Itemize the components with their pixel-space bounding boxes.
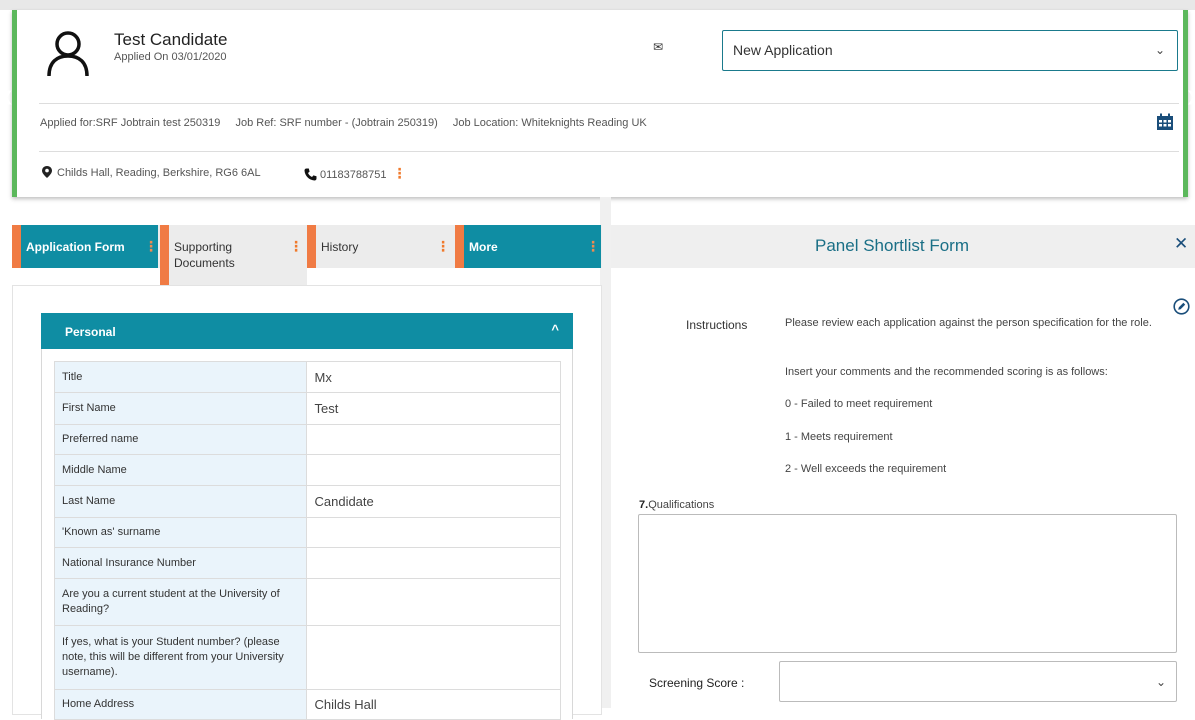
section-title: Personal [65,325,116,339]
question-text: Qualifications [648,499,715,511]
job-location: Job Location: Whiteknights Reading UK [452,117,647,129]
table-row: Title Mx [53,361,561,393]
kebab-icon[interactable]: ⋮ [436,238,450,255]
field-value [306,454,561,486]
kebab-icon[interactable]: ⋮ [392,165,406,181]
instruction-line: 2 - Well exceeds the requirement [785,463,947,475]
personal-details-table: Title Mx First Name Test Preferred name … [53,361,561,720]
field-label: Preferred name [53,424,308,455]
envelope-icon[interactable]: ✉ [653,40,663,54]
job-reference: Job Ref: SRF number - (Jobtrain 250319) [235,117,438,129]
question-number: 7. [639,499,649,511]
field-label: Home Address [53,689,308,720]
table-row: If yes, what is your Student number? (pl… [53,625,561,690]
divider [39,151,1179,152]
field-label: National Insurance Number [53,547,308,579]
chevron-down-icon: ⌄ [1154,43,1165,57]
tab-label: History [321,240,359,254]
instruction-line: Please review each application against t… [785,317,1152,329]
close-icon[interactable]: ✕ [1174,234,1188,254]
screening-score-label: Screening Score : [649,676,745,690]
field-label: First Name [53,392,308,425]
instruction-line: 0 - Failed to meet requirement [785,398,933,410]
table-row: Middle Name [53,454,561,486]
table-row: First Name Test [53,392,561,425]
kebab-icon[interactable]: ⋮ [289,238,303,254]
personal-section-header[interactable]: Personal ^ [41,313,573,349]
panel-title: Panel Shortlist Form [815,236,969,255]
field-value [306,625,561,690]
table-row: Home Address Childs Hall [53,689,561,720]
field-value: Candidate [306,485,561,518]
previous-candidate-icon[interactable]: ❮ [2,88,14,105]
field-label: Middle Name [53,454,308,486]
tab-label: Supporting Documents [174,240,235,270]
field-value: Mx [306,361,561,393]
chevron-down-icon: ⌄ [1155,675,1166,689]
tab-history[interactable]: History ⋮ [307,225,453,268]
candidate-phone: 01183788751 ⋮ [304,165,406,182]
field-label: Title [53,361,308,393]
edit-icon[interactable] [1173,298,1190,315]
instructions-label: Instructions [686,318,748,332]
calendar-icon[interactable] [1156,113,1174,131]
phone-text[interactable]: 01183788751 [320,169,386,181]
field-value [306,517,561,548]
field-label: Are you a current student at the Univers… [53,578,308,626]
map-pin-icon [42,166,52,178]
tab-label: Application Form [26,240,125,254]
job-applied-for: Applied for:SRF Jobtrain test 250319 [40,117,221,129]
candidate-address: Childs Hall, Reading, Berkshire, RG6 6AL [42,166,261,179]
qualifications-label: 7.Qualifications [639,499,714,511]
field-value [306,578,561,626]
field-value [306,547,561,579]
instruction-line: Insert your comments and the recommended… [785,366,1108,378]
next-candidate-icon[interactable]: ❯ [1186,88,1195,105]
instruction-line: 1 - Meets requirement [785,431,893,443]
job-details: Applied for:SRF Jobtrain test 250319 Job… [40,117,659,129]
field-label: Last Name [53,485,308,518]
tab-more[interactable]: More ⋮ [455,225,601,268]
field-value [306,424,561,455]
table-row: Last Name Candidate [53,485,561,518]
field-label: If yes, what is your Student number? (pl… [53,625,308,690]
user-icon [47,31,89,77]
screening-score-select[interactable]: ⌄ [779,661,1177,702]
candidate-header-card: Test Candidate Applied On 03/01/2020 ✉ N… [12,10,1188,197]
applied-on-date: Applied On 03/01/2020 [114,51,227,63]
kebab-icon[interactable]: ⋮ [586,238,600,255]
chevron-up-icon[interactable]: ^ [551,322,559,337]
application-status-select[interactable]: New Application ⌄ [722,30,1178,71]
tab-label: More [469,240,498,254]
top-strip [0,0,1195,10]
status-select-value: New Application [733,42,833,58]
qualifications-textarea[interactable] [638,514,1177,653]
table-row: National Insurance Number [53,547,561,579]
kebab-icon[interactable]: ⋮ [144,238,158,255]
table-row: Preferred name [53,424,561,455]
tab-supporting-documents[interactable]: Supporting Documents ⋮ [160,225,307,285]
divider [39,103,1179,104]
address-text: Childs Hall, Reading, Berkshire, RG6 6AL [57,167,261,179]
table-row: 'Known as' surname [53,517,561,548]
tab-application-form[interactable]: Application Form ⋮ [12,225,158,268]
candidate-name: Test Candidate [114,30,228,49]
field-value: Test [306,392,561,425]
field-label: 'Known as' surname [53,517,308,548]
field-value: Childs Hall [306,689,561,720]
phone-icon [304,168,317,181]
table-row: Are you a current student at the Univers… [53,578,561,626]
